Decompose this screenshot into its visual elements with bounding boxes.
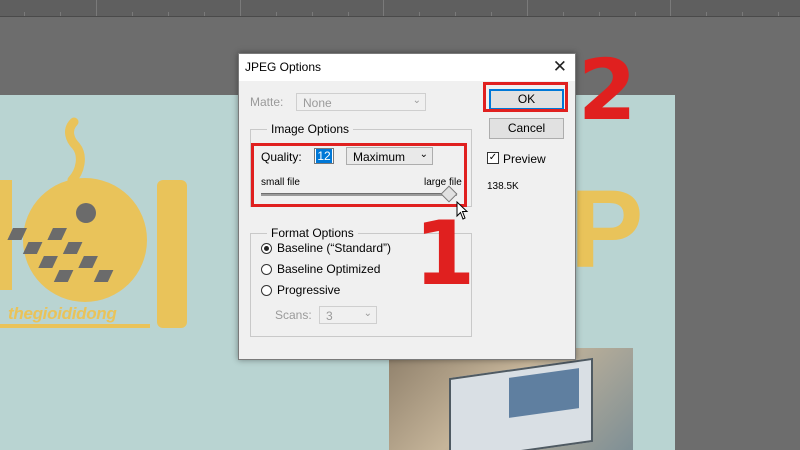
matte-label: Matte:	[250, 95, 284, 109]
ruler-subtick	[132, 12, 133, 16]
ruler-tick	[96, 0, 97, 16]
ruler-subtick	[168, 12, 169, 16]
ruler-subtick	[348, 12, 349, 16]
ruler-subtick	[635, 12, 636, 16]
scans-select[interactable]: 3 ⌄	[319, 306, 377, 324]
brand-logo	[0, 110, 200, 330]
canvas-photo	[389, 348, 633, 450]
ruler-subtick	[706, 12, 707, 16]
dialog-titlebar: JPEG Options ✕	[239, 54, 575, 81]
matte-value: None	[303, 96, 332, 110]
top-ruler	[0, 0, 800, 17]
annotation-highlight-quality	[251, 143, 467, 207]
ruler-subtick	[312, 12, 313, 16]
option-baseline-optimized-label: Baseline Optimized	[277, 262, 381, 276]
image-options-title: Image Options	[267, 122, 354, 136]
format-options-title: Format Options	[267, 226, 358, 240]
ruler-subtick	[778, 12, 779, 16]
cancel-button[interactable]: Cancel	[489, 118, 564, 139]
annotation-step-1: 1	[414, 202, 476, 305]
chevron-down-icon: ⌄	[363, 308, 372, 319]
ruler-tick	[527, 0, 528, 16]
radio-baseline-standard[interactable]	[261, 243, 272, 254]
logo-mark-icon	[0, 117, 187, 328]
brand-underline	[0, 324, 150, 328]
radio-baseline-optimized[interactable]	[261, 264, 272, 275]
scans-label: Scans:	[275, 308, 312, 322]
ruler-subtick	[491, 12, 492, 16]
annotation-highlight-ok	[483, 82, 568, 112]
option-baseline-standard-label: Baseline (“Standard”)	[277, 241, 392, 255]
preview-checkbox[interactable]: ✓	[487, 152, 499, 164]
annotation-step-2: 2	[578, 41, 637, 139]
option-progressive-label: Progressive	[277, 283, 341, 297]
ruler-tick	[383, 0, 384, 16]
dialog-title: JPEG Options	[245, 60, 322, 74]
ruler-subtick	[419, 12, 420, 16]
ruler-subtick	[60, 12, 61, 16]
ruler-subtick	[742, 12, 743, 16]
ruler-subtick	[24, 12, 25, 16]
canvas-letter-graphic: P	[570, 168, 644, 291]
brand-wordmark: thegioididong	[8, 304, 117, 323]
close-icon[interactable]: ✕	[553, 57, 567, 77]
ruler-tick	[240, 0, 241, 16]
ruler-tick	[670, 0, 671, 16]
mouse-cursor-icon	[456, 201, 469, 220]
ruler-subtick	[204, 12, 205, 16]
ruler-subtick	[563, 12, 564, 16]
chevron-down-icon: ⌄	[412, 95, 421, 106]
preview-label: Preview	[503, 152, 546, 166]
ruler-subtick	[455, 12, 456, 16]
radio-progressive[interactable]	[261, 285, 272, 296]
matte-select[interactable]: None ⌄	[296, 93, 426, 111]
file-size-readout: 138.5K	[487, 181, 519, 192]
ruler-subtick	[276, 12, 277, 16]
ruler-subtick	[599, 12, 600, 16]
scans-value: 3	[326, 309, 333, 323]
